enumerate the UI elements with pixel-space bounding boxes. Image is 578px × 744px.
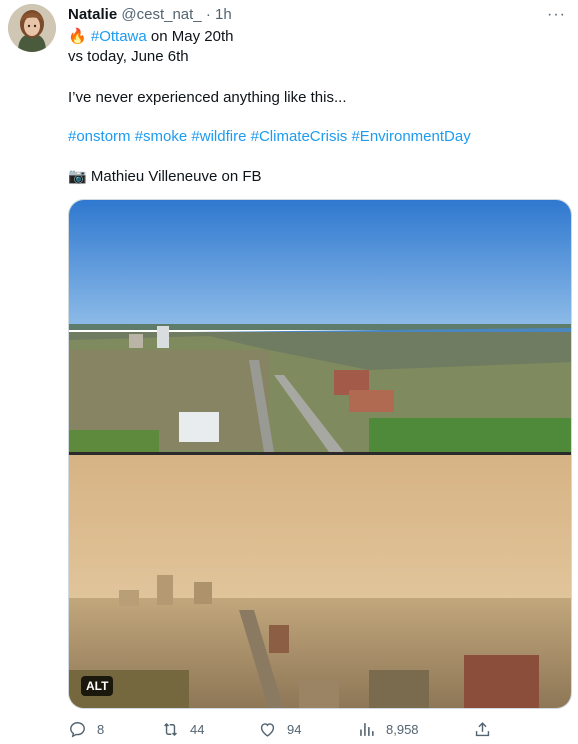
- like-button[interactable]: 94: [258, 720, 301, 739]
- ottawa-comparison-photo: [69, 200, 571, 708]
- views-icon: [360, 723, 374, 736]
- reply-button[interactable]: 8: [68, 720, 104, 739]
- hashtag-environmentday[interactable]: #EnvironmentDay: [351, 128, 470, 145]
- author-handle[interactable]: @cest_nat_: [121, 6, 201, 23]
- tweet-line-1: 🔥 #Ottawa on May 20th: [68, 27, 233, 47]
- tweet-line-3: I’ve never experienced anything like thi…: [68, 89, 347, 106]
- hashtag-wildfire[interactable]: #wildfire: [191, 128, 246, 145]
- hashtag-ottawa[interactable]: #Ottawa: [91, 28, 147, 45]
- more-options-icon[interactable]: ···: [547, 6, 566, 24]
- hashtag-onstorm[interactable]: #onstorm: [68, 128, 131, 145]
- alt-text-badge[interactable]: ALT: [81, 676, 114, 696]
- photo-credit-text: Mathieu Villeneuve on FB: [90, 168, 262, 185]
- tweet-line-2: vs today, June 6th: [68, 48, 189, 65]
- fire-emoji: 🔥: [68, 28, 87, 45]
- retweet-icon: [164, 722, 177, 737]
- views-button[interactable]: 8,958: [357, 720, 419, 739]
- reply-count: 8: [97, 722, 105, 737]
- like-icon: [260, 723, 275, 737]
- retweet-count: 44: [190, 722, 205, 737]
- share-button[interactable]: [473, 720, 502, 739]
- tweet-media[interactable]: ALT: [68, 199, 572, 709]
- hashtag-climatecrisis[interactable]: #ClimateCrisis: [251, 128, 348, 145]
- tweet-line-1-text: on May 20th: [146, 28, 234, 45]
- avatar[interactable]: [8, 4, 56, 52]
- header-separator: ·: [205, 6, 211, 23]
- tweet-time[interactable]: 1h: [215, 6, 232, 23]
- avatar-illustration: [8, 4, 56, 52]
- hashtag-row: #onstorm #smoke #wildfire #ClimateCrisis…: [68, 127, 471, 147]
- author-name[interactable]: Natalie: [68, 6, 117, 23]
- hashtag-smoke[interactable]: #smoke: [135, 128, 188, 145]
- share-icon: [475, 722, 490, 737]
- like-count: 94: [287, 722, 302, 737]
- tweet-header: Natalie @cest_nat_ · 1h: [68, 5, 232, 25]
- retweet-button[interactable]: 44: [161, 720, 204, 739]
- camera-emoji: 📷: [68, 168, 87, 185]
- reply-icon: [70, 722, 85, 738]
- photo-credit: 📷 Mathieu Villeneuve on FB: [68, 167, 262, 187]
- tweet-actions: 8 44 94 8,958: [68, 720, 498, 744]
- views-count: 8,958: [386, 722, 419, 737]
